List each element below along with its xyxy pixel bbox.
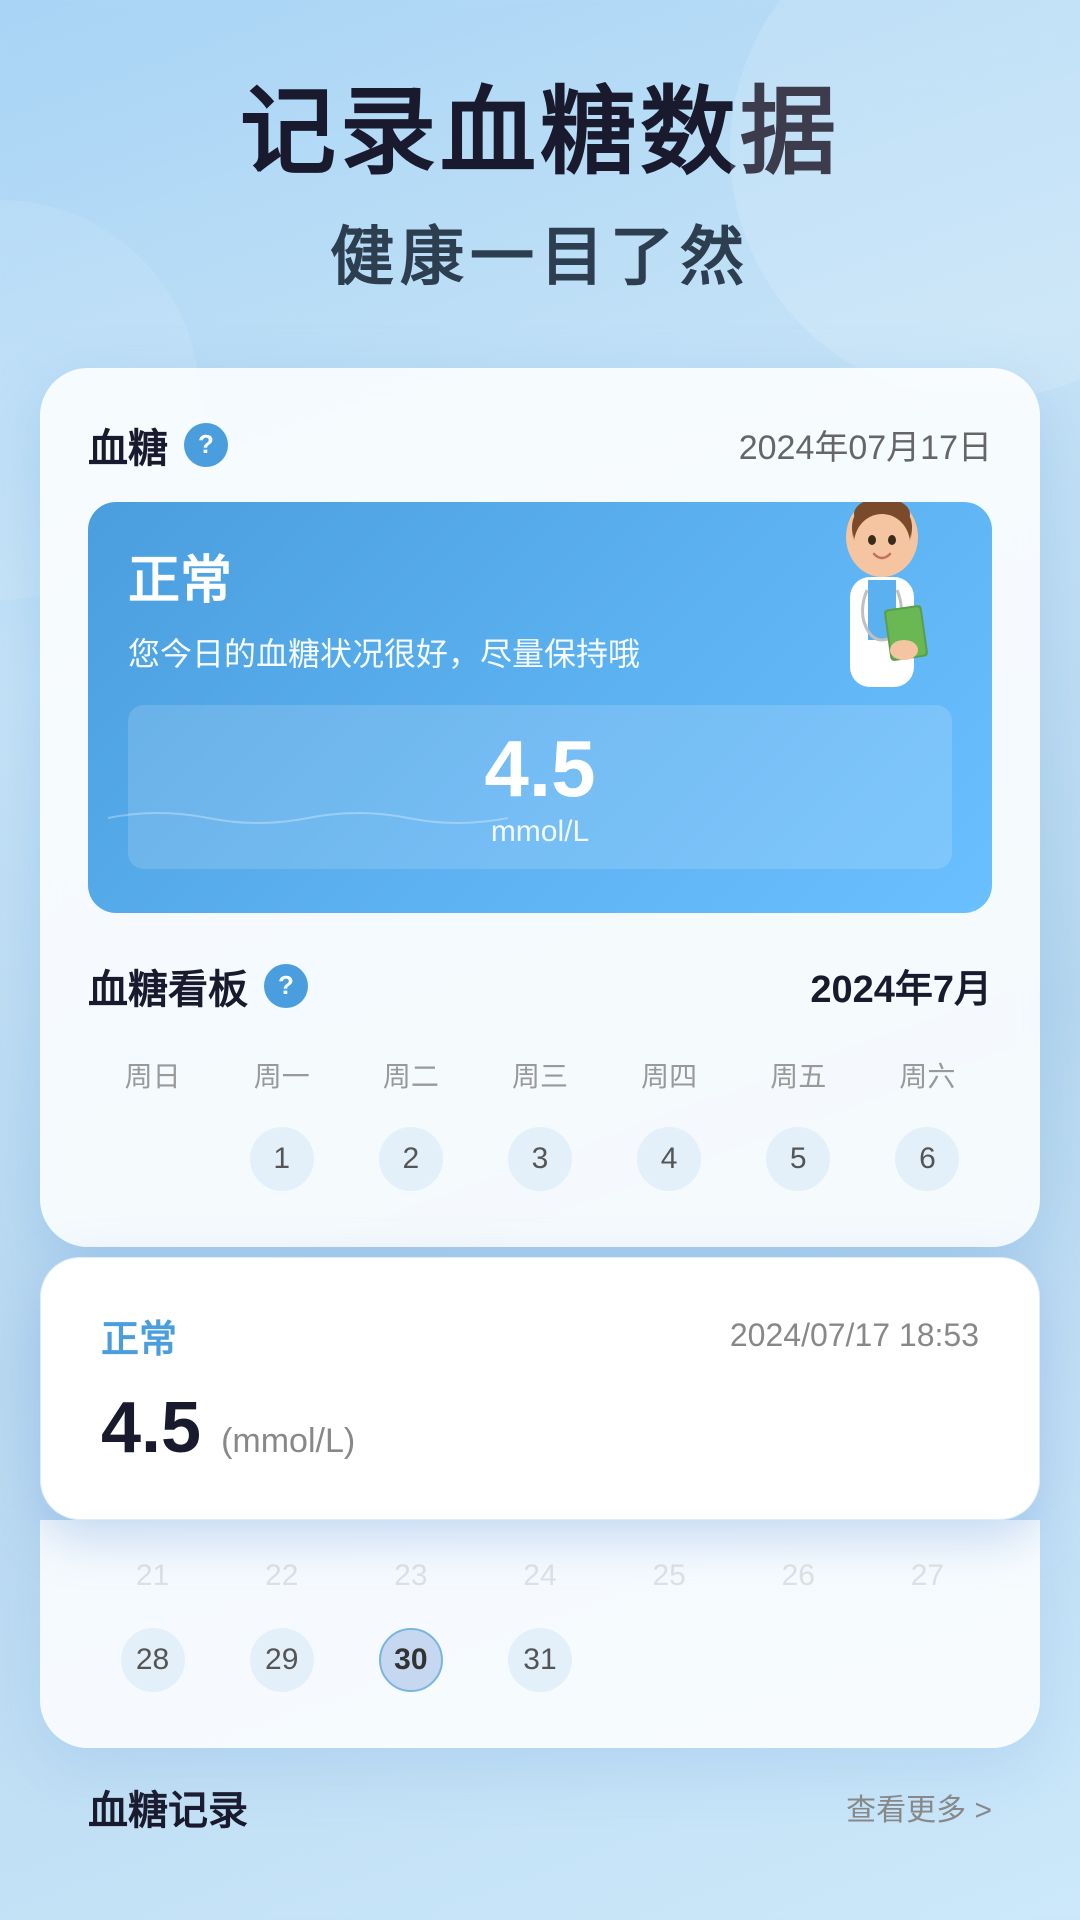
weekday-sun: 周日: [88, 1047, 217, 1103]
main-card: 血糖 ? 2024年07月17日 正常 您今日的血糖状况很好，尽量保持哦: [40, 368, 1040, 1247]
weekday-tue: 周二: [346, 1047, 475, 1103]
weekday-thu: 周四: [605, 1047, 734, 1103]
date-30[interactable]: 30: [346, 1624, 475, 1696]
popup-status: 正常: [101, 1308, 177, 1363]
popup-datetime: 2024/07/17 18:53: [730, 1317, 979, 1354]
date-6[interactable]: 6: [863, 1123, 992, 1195]
view-more-button[interactable]: 查看更多 >: [846, 1785, 992, 1829]
card-header-left: 血糖 ?: [88, 416, 228, 474]
calendar-title: 血糖看板: [88, 957, 248, 1015]
date-1[interactable]: 1: [217, 1123, 346, 1195]
weekday-sat: 周六: [863, 1047, 992, 1103]
status-banner: 正常 您今日的血糖状况很好，尽量保持哦: [88, 502, 992, 913]
calendar-header: 血糖看板 ? 2024年7月: [88, 957, 992, 1015]
weekday-mon: 周一: [217, 1047, 346, 1103]
card-date: 2024年07月17日: [739, 420, 992, 469]
popup-header: 正常 2024/07/17 18:53: [101, 1308, 979, 1363]
help-icon[interactable]: ?: [184, 423, 228, 467]
date-28[interactable]: 28: [88, 1624, 217, 1696]
date-31[interactable]: 31: [475, 1624, 604, 1696]
calendar-week1: 1 2 3 4 5 6: [88, 1123, 992, 1195]
calendar-last-week: 28 29 30 31: [88, 1624, 992, 1696]
date-empty-end2: [734, 1624, 863, 1696]
date-26: 26: [734, 1540, 863, 1612]
doctor-illustration: [792, 502, 972, 712]
date-24: 24: [475, 1540, 604, 1612]
weekday-row: 周日 周一 周二 周三 周四 周五 周六: [88, 1047, 992, 1103]
date-empty-end1: [605, 1624, 734, 1696]
weekday-fri: 周五: [734, 1047, 863, 1103]
popup-card: 正常 2024/07/17 18:53 4.5 (mmol/L): [40, 1257, 1040, 1520]
weekday-wed: 周三: [475, 1047, 604, 1103]
wave-line: [108, 803, 508, 833]
calendar-faded-week: 21 22 23 24 25 26 27: [88, 1520, 992, 1612]
date-21: 21: [88, 1540, 217, 1612]
date-2[interactable]: 2: [346, 1123, 475, 1195]
date-29[interactable]: 29: [217, 1624, 346, 1696]
card-title: 血糖: [88, 416, 168, 474]
date-23: 23: [346, 1540, 475, 1612]
blood-sugar-number: 4.5: [128, 729, 952, 809]
date-25: 25: [605, 1540, 734, 1612]
blood-sugar-value-area: 4.5 mmol/L: [128, 705, 952, 869]
popup-value-row: 4.5 (mmol/L): [101, 1387, 979, 1469]
date-empty-end3: [863, 1624, 992, 1696]
date-22: 22: [217, 1540, 346, 1612]
calendar-below: 21 22 23 24 25 26 27 28 29 30 31: [40, 1520, 1040, 1748]
popup-value: 4.5: [101, 1387, 201, 1469]
record-section: 血糖记录 查看更多 >: [40, 1778, 1040, 1836]
date-4[interactable]: 4: [605, 1123, 734, 1195]
record-title: 血糖记录: [88, 1778, 248, 1836]
date-27: 27: [863, 1540, 992, 1612]
date-5[interactable]: 5: [734, 1123, 863, 1195]
date-empty-1: [88, 1123, 217, 1195]
calendar-section: 血糖看板 ? 2024年7月 周日 周一 周二 周三 周四 周五 周六 1 2 …: [88, 957, 992, 1195]
date-3[interactable]: 3: [475, 1123, 604, 1195]
calendar-month: 2024年7月: [810, 958, 992, 1013]
card-header: 血糖 ? 2024年07月17日: [88, 416, 992, 474]
popup-unit: (mmol/L): [221, 1422, 355, 1461]
calendar-title-area: 血糖看板 ?: [88, 957, 308, 1015]
calendar-help-icon[interactable]: ?: [264, 964, 308, 1008]
